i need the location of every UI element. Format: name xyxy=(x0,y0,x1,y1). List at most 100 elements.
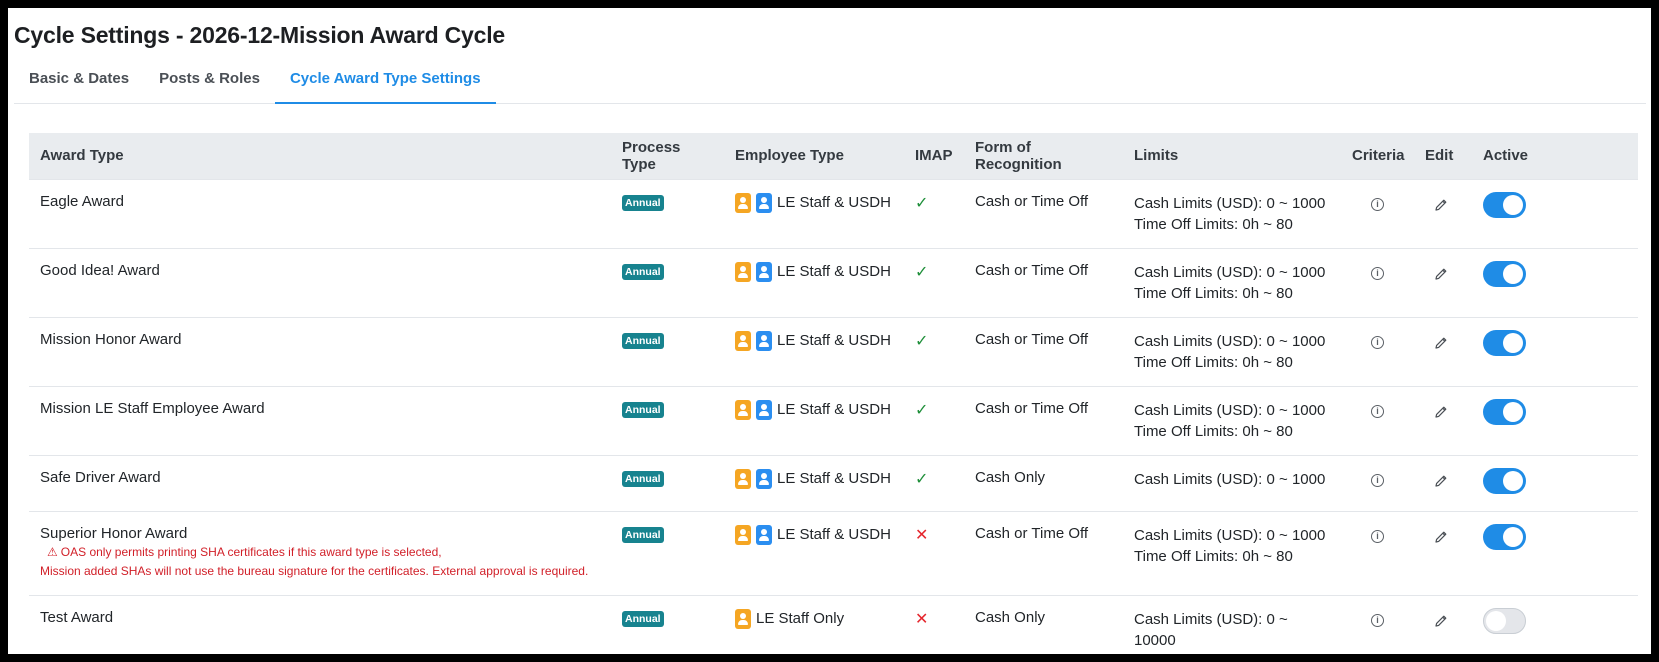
table-row: Superior Honor Award ⚠ OAS only permits pr… xyxy=(29,510,1638,595)
active-toggle[interactable] xyxy=(1483,260,1526,287)
cell-imap: ✓ xyxy=(904,178,964,248)
check-icon: ✓ xyxy=(915,470,929,488)
employee-type-label: LE Staff Only xyxy=(756,610,845,627)
edit-button[interactable] xyxy=(1433,262,1449,286)
pencil-icon xyxy=(1435,475,1447,487)
cell-employee-type: LE Staff & USDH xyxy=(724,316,904,386)
tab-basic-dates[interactable]: Basic & Dates xyxy=(14,60,144,104)
cell-process-type: Annual xyxy=(611,454,724,511)
check-icon: ✓ xyxy=(915,194,929,212)
time-off-limits: Time Off Limits: 0h ~ 80 xyxy=(1134,422,1293,440)
cash-limits: Cash Limits (USD): 0 ~ 1000 xyxy=(1134,263,1326,281)
table-row: Safe Driver Award Annual LE Staff & USDH ✓ C… xyxy=(29,454,1638,511)
le-staff-icon xyxy=(735,524,751,545)
tab-bar: Basic & Dates Posts & Roles Cycle Award … xyxy=(14,60,1646,104)
tab-posts-roles[interactable]: Posts & Roles xyxy=(144,60,275,104)
usdh-icon xyxy=(756,330,772,351)
criteria-info-icon[interactable]: i xyxy=(1371,266,1384,280)
cell-active xyxy=(1472,385,1638,455)
cell-employee-type: LE Staff & USDH xyxy=(724,454,904,511)
table-body: Eagle Award Annual LE Staff & USDH ✓ Cash or… xyxy=(29,178,1638,653)
cell-criteria: i xyxy=(1341,247,1414,317)
tab-cycle-award-type-settings[interactable]: Cycle Award Type Settings xyxy=(274,60,496,104)
cell-award-type: Eagle Award xyxy=(29,178,611,248)
edit-button[interactable] xyxy=(1433,331,1449,355)
process-type-badge: Annual xyxy=(622,194,664,211)
cell-active xyxy=(1472,178,1638,248)
cell-form-of-recognition: Cash or Time Off xyxy=(964,385,1123,455)
edit-button[interactable] xyxy=(1433,525,1449,549)
cell-edit xyxy=(1414,594,1472,653)
cell-form-of-recognition: Cash or Time Off xyxy=(964,510,1123,595)
pencil-icon xyxy=(1435,406,1447,418)
active-toggle[interactable] xyxy=(1483,523,1526,550)
cell-edit xyxy=(1414,454,1472,511)
active-toggle[interactable] xyxy=(1483,191,1526,218)
award-name: Good Idea! Award xyxy=(40,261,160,279)
pencil-icon xyxy=(1435,337,1447,349)
criteria-info-icon[interactable]: i xyxy=(1371,197,1384,211)
active-toggle[interactable] xyxy=(1483,467,1526,494)
le-staff-icon xyxy=(735,192,751,213)
cell-limits: Cash Limits (USD): 0 ~ 1000 Time Off Limi… xyxy=(1123,247,1341,317)
toggle-knob xyxy=(1503,401,1523,422)
criteria-info-icon[interactable]: i xyxy=(1371,404,1384,418)
cell-process-type: Annual xyxy=(611,385,724,455)
cell-limits: Cash Limits (USD): 0 ~ 1000 Time Off Limi… xyxy=(1123,385,1341,455)
toggle-knob xyxy=(1503,263,1523,284)
warning-message: ⚠ OAS only permits printing SHA certifica… xyxy=(40,544,600,561)
cell-employee-type: LE Staff & USDH xyxy=(724,178,904,248)
check-icon: ✓ xyxy=(915,263,929,281)
usdh-icon xyxy=(756,468,772,489)
active-toggle[interactable] xyxy=(1483,329,1526,356)
award-name: Superior Honor Award xyxy=(40,524,188,542)
award-name: Eagle Award xyxy=(40,192,124,210)
cell-form-of-recognition: Cash or Time Off xyxy=(964,247,1123,317)
cell-criteria: i xyxy=(1341,316,1414,386)
check-icon: ✓ xyxy=(915,401,929,419)
table-row: Good Idea! Award Annual LE Staff & USDH ✓ Ca… xyxy=(29,247,1638,317)
header-process-type: Process Type xyxy=(622,138,681,173)
pencil-icon xyxy=(1435,531,1447,543)
cell-employee-type: LE Staff & USDH xyxy=(724,385,904,455)
edit-button[interactable] xyxy=(1433,193,1449,217)
table-row: Mission Honor Award Annual LE Staff & USDH… xyxy=(29,316,1638,386)
cell-limits: Cash Limits (USD): 0 ~ 1000 Time Off Limi… xyxy=(1123,316,1341,386)
edit-button[interactable] xyxy=(1433,469,1449,493)
criteria-info-icon[interactable]: i xyxy=(1371,613,1384,627)
criteria-info-icon[interactable]: i xyxy=(1371,335,1384,349)
award-name: Mission LE Staff Employee Award xyxy=(40,399,265,417)
cell-edit xyxy=(1414,178,1472,248)
time-off-limits: Time Off Limits: 0h ~ 80 xyxy=(1134,284,1293,302)
page-title: Cycle Settings - 2026-12-Mission Award C… xyxy=(14,22,506,48)
cell-edit xyxy=(1414,247,1472,317)
active-toggle[interactable] xyxy=(1483,607,1526,634)
time-off-limits: Time Off Limits: 0h ~ 80 xyxy=(1134,547,1293,565)
award-name: Test Award xyxy=(40,608,114,626)
process-type-badge: Annual xyxy=(622,332,664,349)
usdh-icon xyxy=(756,192,772,213)
employee-type-label: LE Staff & USDH xyxy=(777,194,891,211)
award-name: Mission Honor Award xyxy=(40,330,182,348)
table-row: Test Award Annual LE Staff Only ✕ Cash Only C… xyxy=(29,594,1638,653)
cell-active xyxy=(1472,454,1638,511)
cell-process-type: Annual xyxy=(611,594,724,653)
criteria-info-icon[interactable]: i xyxy=(1371,529,1384,543)
edit-button[interactable] xyxy=(1433,400,1449,424)
process-type-badge: Annual xyxy=(622,470,664,487)
employee-type-label: LE Staff & USDH xyxy=(777,526,891,543)
warning-icon: ⚠ xyxy=(47,544,58,559)
pencil-icon xyxy=(1435,268,1447,280)
edit-button[interactable] xyxy=(1433,609,1449,633)
le-staff-icon xyxy=(735,399,751,420)
employee-type-label: LE Staff & USDH xyxy=(777,401,891,418)
cell-award-type: Test Award xyxy=(29,594,611,653)
cell-award-type: Superior Honor Award ⚠ OAS only permits pr… xyxy=(29,510,611,595)
table-header-row: Award Type Process Type Employee Type IM… xyxy=(29,133,1638,179)
criteria-info-icon[interactable]: i xyxy=(1371,473,1384,487)
cell-form-of-recognition: Cash Only xyxy=(964,454,1123,511)
active-toggle[interactable] xyxy=(1483,398,1526,425)
warning-line-2: Mission added SHAs will not use the bure… xyxy=(40,563,589,578)
cell-process-type: Annual xyxy=(611,510,724,595)
cell-award-type: Good Idea! Award xyxy=(29,247,611,317)
